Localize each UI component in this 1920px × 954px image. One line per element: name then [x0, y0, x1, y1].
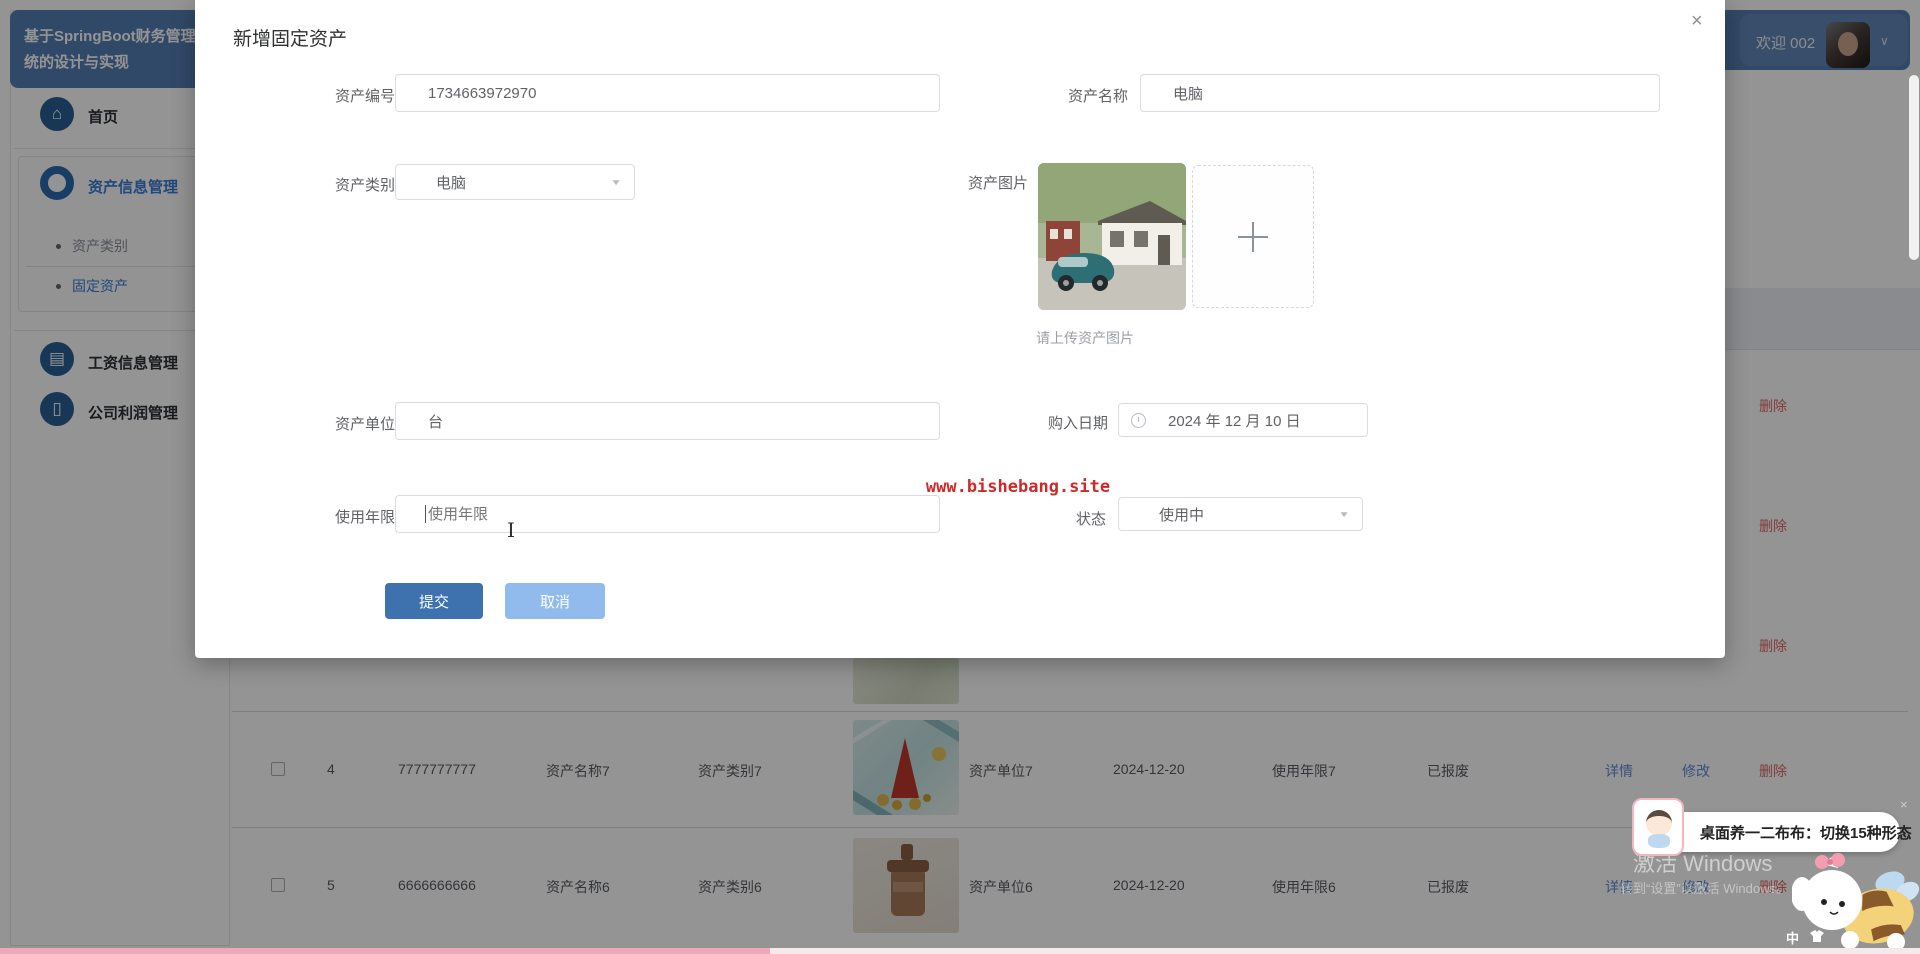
pet-tip-text: 桌面养一二布布：切换15种形态	[1700, 822, 1912, 843]
pet-avatar-bib	[1648, 834, 1670, 848]
asset-name-input[interactable]	[1140, 74, 1660, 112]
asset-category-label: 资产类别	[265, 174, 395, 195]
asset-category-select[interactable]: 电脑 ▼	[395, 164, 635, 200]
dialog-title: 新增固定资产	[233, 24, 347, 51]
add-fixed-asset-dialog: 新增固定资产 × 资产编号 资产名称 资产类别 电脑 ▼ 资产图片	[195, 0, 1725, 658]
pet-close-icon[interactable]: ×	[1900, 797, 1908, 812]
cancel-button[interactable]: 取消	[505, 583, 605, 619]
site-watermark: www.bishebang.site	[868, 477, 1168, 497]
progress-bar-track[interactable]	[770, 948, 1920, 954]
ime-badge[interactable]: 中	[1786, 928, 1799, 947]
shirt-icon[interactable]	[1808, 929, 1826, 948]
asset-image-label: 资产图片	[898, 172, 1028, 193]
asset-code-input[interactable]	[395, 74, 940, 112]
service-life-input[interactable]	[395, 495, 940, 533]
status-value: 使用中	[1119, 504, 1338, 525]
purchase-date-label: 购入日期	[978, 412, 1108, 433]
asset-name-label: 资产名称	[998, 85, 1128, 106]
purchase-date-picker[interactable]: 2024 年 12 月 10 日	[1118, 403, 1368, 437]
asset-unit-input[interactable]	[395, 402, 940, 440]
text-caret	[425, 505, 426, 523]
asset-code-label: 资产编号	[265, 85, 395, 106]
pet-avatar[interactable]	[1632, 798, 1684, 856]
status-select[interactable]: 使用中 ▼	[1118, 497, 1363, 531]
upload-hint: 请上传资产图片	[1036, 328, 1134, 348]
ibeam-cursor: I	[507, 518, 515, 542]
service-life-label: 使用年限	[265, 506, 395, 527]
activate-windows-sub: 转到“设置”以激活 Windows。	[1620, 878, 1789, 897]
screen: 欢迎 002 ∨ 基于SpringBoot财务管理系统的设计与实现 ⌂ 首页 资…	[0, 0, 1920, 954]
scrollbar[interactable]	[1909, 75, 1919, 260]
purchase-date-value: 2024 年 12 月 10 日	[1146, 410, 1367, 431]
upload-button[interactable]	[1192, 165, 1314, 308]
progress-bar-filled[interactable]	[0, 948, 770, 954]
asset-unit-label: 资产单位	[265, 413, 395, 434]
asset-category-value: 电脑	[396, 172, 610, 193]
plus-icon	[1238, 222, 1268, 252]
pet-tip-bubble[interactable]: 桌面养一二布布：切换15种形态 ›	[1662, 812, 1900, 852]
pet-avatar-face	[1646, 810, 1672, 836]
status-label: 状态	[976, 508, 1106, 529]
chevron-down-icon: ▼	[1338, 509, 1350, 519]
asset-photo-preview[interactable]	[1038, 163, 1186, 310]
submit-button[interactable]: 提交	[385, 583, 483, 619]
chevron-down-icon: ▼	[610, 177, 622, 187]
close-icon[interactable]: ×	[1691, 10, 1703, 33]
clock-icon	[1131, 413, 1146, 428]
